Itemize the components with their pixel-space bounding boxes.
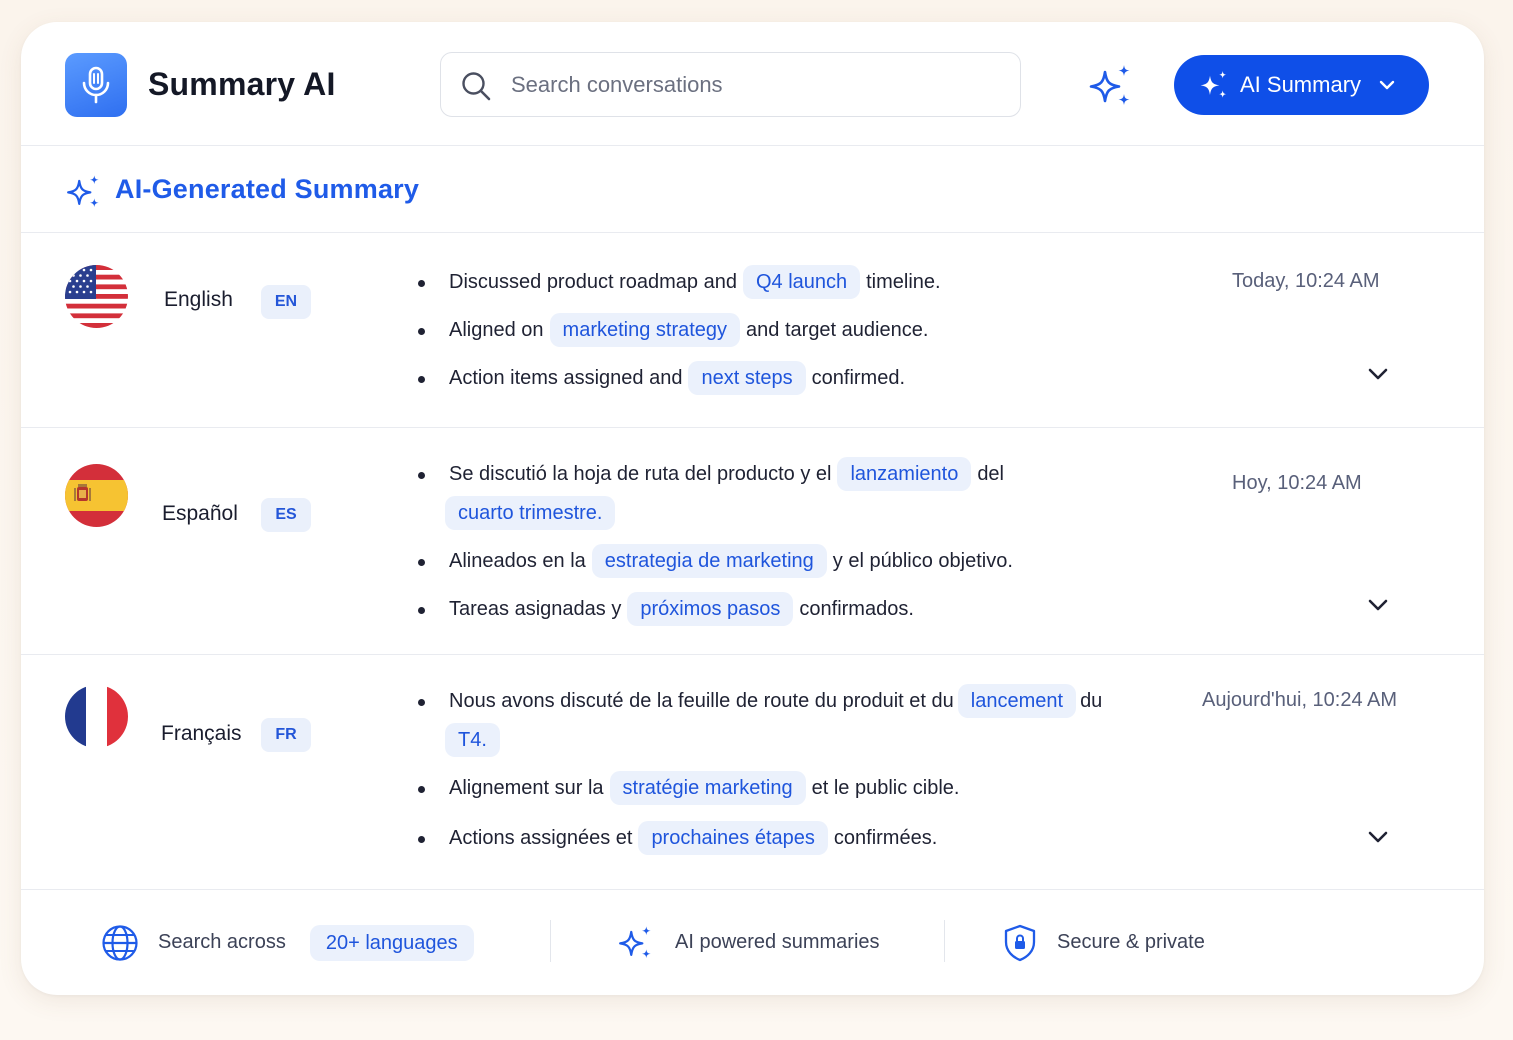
footer-divider [550,920,551,962]
language-code-badge: ES [261,498,311,532]
keyword-chip[interactable]: estrategia de marketing [591,544,827,578]
footer-ai: AI powered summaries [617,890,880,995]
timestamp: Aujourd'hui, 10:24 AM [1202,689,1398,711]
language-code-badge: EN [261,285,311,319]
language-code-badge: FR [261,718,311,752]
sparkle-icon [1089,65,1130,105]
keyword-chip[interactable]: Q4 launch [742,265,861,299]
app-title: Summary AI [148,66,336,102]
summary-bullet: Se discutió la hoja de ruta del producto… [416,455,1186,533]
search-box[interactable] [440,52,1021,117]
keyword-chip[interactable]: next steps [688,361,806,395]
shield-lock-icon [1004,924,1036,961]
expand-chevron-button[interactable] [1363,590,1393,620]
us-flag-icon [65,265,128,328]
keyword-chip[interactable]: lancement [957,684,1077,718]
summary-bullets: Discussed product roadmap and Q4 launch ti… [416,263,1186,398]
footer-secure: Secure & private [1003,890,1205,995]
sparkle-icon [1200,71,1227,98]
chevron-down-icon [1368,368,1388,380]
keyword-chip[interactable]: T4. [445,723,500,757]
chevron-down-icon [1368,599,1388,611]
footer-search-text: Search across [158,931,286,953]
search-input[interactable] [511,67,1001,103]
footer-ai-text: AI powered summaries [675,931,880,953]
summary-bullet: Discussed product roadmap and Q4 launch ti… [416,263,1186,302]
ai-summary-button[interactable]: AI Summary [1174,55,1429,115]
globe-icon [102,924,138,961]
summary-bullet: Alineados en la estrategia de marketing y … [416,542,1186,581]
feature-footer: Search across 20+ languages AI powered s… [21,890,1484,995]
search-icon [462,72,491,101]
language-row-spanish: Español ES Se discutió la hoja de ruta d… [21,428,1484,655]
footer-divider [944,920,945,962]
keyword-chip[interactable]: stratégie marketing [609,771,806,805]
languages-chip[interactable]: 20+ languages [309,924,474,961]
chevron-down-icon [1377,75,1397,95]
section-title: AI-Generated Summary [115,174,420,204]
footer-secure-text: Secure & private [1057,931,1205,953]
footer-languages: Search across 20+ languages [101,890,474,995]
language-name: Español [162,502,238,525]
summary-bullet: Action items assigned and next steps confi… [416,359,1186,398]
keyword-chip[interactable]: marketing strategy [549,313,741,347]
summary-bullet: Aligned on marketing strategy and target a… [416,311,1186,350]
summary-bullet: Nous avons discuté de la feuille de rout… [416,682,1186,760]
timestamp: Today, 10:24 AM [1232,270,1380,292]
language-row-french: Français FR Nous avons discuté de la feu… [21,655,1484,890]
sparkle-icon [619,925,651,958]
sparkle-button[interactable] [1087,62,1135,110]
keyword-chip[interactable]: lanzamiento [837,457,972,491]
timestamp: Hoy, 10:24 AM [1232,472,1362,494]
keyword-chip[interactable]: prochaines étapes [638,821,828,855]
summary-bullet: Alignement sur la stratégie marketing et l… [416,769,1186,808]
keyword-chip[interactable]: cuarto trimestre. [445,496,616,530]
language-row-english: English EN Discussed product roadmap and… [21,233,1484,428]
summary-bullets: Se discutió la hoja de ruta del producto… [416,455,1186,629]
summary-card: Summary AI AI Summary [21,22,1484,995]
microphone-icon [82,66,110,104]
summary-bullet: Tareas asignadas y próximos pasos confirma… [416,590,1186,629]
france-flag-icon [65,685,128,748]
spain-flag-icon [65,464,128,527]
keyword-chip[interactable]: próximos pasos [627,592,794,626]
sparkle-icon [67,175,99,208]
section-header: AI-Generated Summary [21,146,1484,233]
summary-bullet: Actions assignées et prochaines étapes con… [416,819,1186,858]
ai-summary-label: AI Summary [1240,72,1362,97]
chevron-down-icon [1368,831,1388,843]
summary-bullets: Nous avons discuté de la feuille de rout… [416,682,1186,858]
language-name: Français [161,722,242,745]
app-logo [65,53,127,117]
expand-chevron-button[interactable] [1363,822,1393,852]
expand-chevron-button[interactable] [1363,359,1393,389]
language-name: English [164,288,233,311]
header: Summary AI AI Summary [21,22,1484,146]
